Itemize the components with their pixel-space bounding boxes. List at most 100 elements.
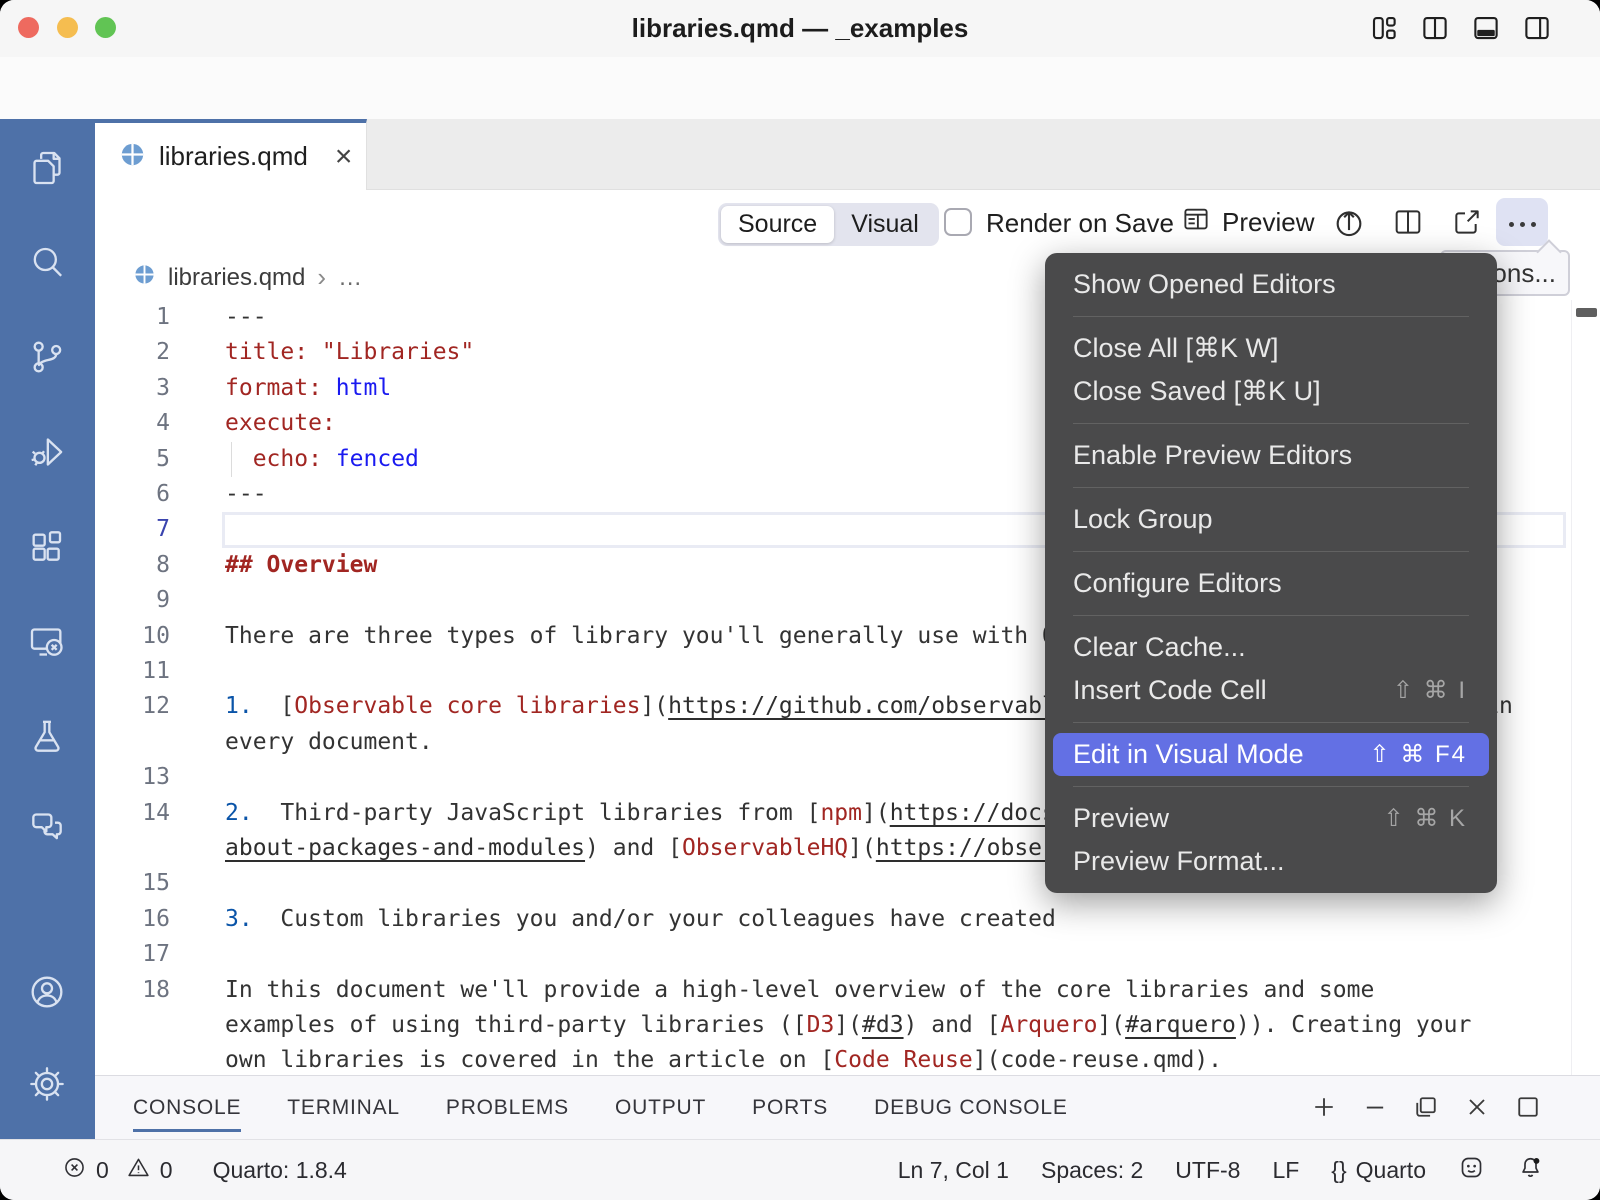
line-number[interactable]: 8 [108,548,170,583]
line-number[interactable]: 7 [108,512,170,547]
menu-separator [1073,487,1469,488]
menu-item-close-all-k-w[interactable]: Close All [⌘K W] [1045,327,1497,370]
code-line[interactable]: title: "Libraries" [225,335,474,370]
menu-item-configure-editors[interactable]: Configure Editors [1045,562,1497,605]
menu-item-show-opened-editors[interactable]: Show Opened Editors [1045,263,1497,306]
warning-count: 0 [160,1157,173,1184]
open-in-new-window-icon[interactable] [1451,206,1483,243]
account-icon[interactable] [27,972,67,1017]
code-line[interactable]: format: html [225,371,391,406]
source-mode-button[interactable]: Source [721,206,834,243]
menu-item-label: Edit in Visual Mode [1073,739,1304,770]
notifications-bell-icon[interactable] [1517,1154,1544,1187]
line-number[interactable]: 15 [108,866,170,901]
toggle-panel-icon[interactable] [1471,13,1501,43]
menu-item-label: Enable Preview Editors [1073,440,1352,471]
split-editor-icon[interactable] [1392,206,1424,243]
menu-item-preview[interactable]: Preview⇧ ⌘ K [1045,797,1497,840]
line-number[interactable]: 13 [108,760,170,795]
menu-item-shortcut: ⇧ ⌘ F4 [1370,740,1467,769]
line-number[interactable]: 17 [108,937,170,972]
panel-maximize-icon[interactable] [1514,1093,1542,1126]
code-line[interactable]: --- [225,477,267,512]
problems-status[interactable]: 0 0 [62,1155,173,1186]
more-actions-button[interactable] [1496,198,1548,246]
panel-close-icon[interactable] [1463,1093,1491,1126]
panel-tab-ports[interactable]: PORTS [752,1076,828,1139]
source-control-icon[interactable] [27,337,67,382]
encoding-status[interactable]: UTF-8 [1175,1157,1240,1184]
explorer-icon[interactable] [27,148,67,193]
code-line[interactable]: In this document we'll provide a high-le… [225,973,1374,1008]
feedback-icon[interactable] [1458,1154,1485,1187]
menu-item-edit-in-visual-mode[interactable]: Edit in Visual Mode ⇧ ⌘ F4 [1053,733,1489,776]
code-line[interactable]: examples of using third-party libraries … [225,1008,1471,1043]
line-number[interactable]: 16 [108,902,170,937]
preview-button[interactable]: Preview [1181,204,1314,241]
panel-tab-problems[interactable]: PROBLEMS [446,1076,569,1139]
scrollbar-thumb[interactable] [1576,308,1597,317]
render-on-save-checkbox[interactable] [944,208,972,236]
code-line[interactable]: every document. [225,725,433,760]
close-tab-icon[interactable]: × [335,142,353,172]
menu-separator [1073,786,1469,787]
breadcrumb-more[interactable]: … [338,264,362,292]
code-line[interactable]: There are three types of library you'll … [225,619,1097,654]
menu-item-enable-preview-editors[interactable]: Enable Preview Editors [1045,434,1497,477]
settings-gear-icon[interactable] [27,1064,67,1109]
line-number[interactable]: 2 [108,335,170,370]
split-editor-layout-icon[interactable] [1420,13,1450,43]
panel-tab-output[interactable]: OUTPUT [615,1076,706,1139]
menu-item-insert-code-cell[interactable]: Insert Code Cell⇧ ⌘ I [1045,669,1497,712]
panel-minimize-icon[interactable] [1361,1093,1389,1126]
line-number[interactable]: 6 [108,477,170,512]
eol-status[interactable]: LF [1272,1157,1299,1184]
extensions-icon[interactable] [27,527,67,572]
line-number[interactable]: 5 [108,442,170,477]
quarto-version-status[interactable]: Quarto: 1.8.4 [213,1157,347,1184]
panel-tab-debug-console[interactable]: DEBUG CONSOLE [874,1076,1068,1139]
run-debug-icon[interactable] [27,432,67,477]
customize-layout-icon[interactable] [1369,13,1399,43]
cursor-position-status[interactable]: Ln 7, Col 1 [898,1157,1009,1184]
line-number[interactable]: 9 [108,583,170,618]
line-number[interactable]: 1 [108,300,170,335]
comments-icon[interactable] [27,807,67,852]
code-line[interactable]: execute: [225,406,336,441]
breadcrumb-file[interactable]: libraries.qmd [168,264,305,292]
menu-item-clear-cache[interactable]: Clear Cache... [1045,626,1497,669]
menu-item-lock-group[interactable]: Lock Group [1045,498,1497,541]
line-number[interactable]: 3 [108,371,170,406]
menu-item-label: Lock Group [1073,504,1213,535]
publish-icon[interactable] [1332,206,1366,245]
sessions-icon[interactable] [27,622,67,667]
code-line[interactable]: echo: fenced [225,442,419,477]
source-visual-toggle: Source Visual [718,203,939,246]
panel-restore-icon[interactable] [1412,1093,1440,1126]
line-number[interactable]: 14 [108,796,170,831]
line-number[interactable]: 12 [108,689,170,724]
code-line[interactable]: own libraries is covered in the article … [225,1043,1222,1075]
visual-mode-button[interactable]: Visual [834,206,936,243]
code-line[interactable]: --- [225,300,267,335]
line-number[interactable]: 11 [108,654,170,689]
status-bar: 0 0 Quarto: 1.8.4 Ln 7, Col 1 Spaces: 2 … [0,1139,1600,1200]
code-line[interactable]: 3. Custom libraries you and/or your coll… [225,902,1056,937]
panel-tab-console[interactable]: CONSOLE [133,1076,241,1139]
line-number[interactable]: 10 [108,619,170,654]
search-icon[interactable] [27,242,67,287]
render-on-save-label[interactable]: Render on Save [986,208,1174,239]
menu-item-preview-format[interactable]: Preview Format... [1045,840,1497,883]
menu-item-close-saved-k-u[interactable]: Close Saved [⌘K U] [1045,370,1497,413]
toggle-secondary-sidebar-icon[interactable] [1522,13,1552,43]
language-mode-status[interactable]: {} Quarto [1331,1157,1426,1184]
panel-plus-icon[interactable] [1310,1093,1338,1126]
line-number[interactable]: 4 [108,406,170,441]
tab-libraries-qmd[interactable]: libraries.qmd × [95,119,367,190]
panel-tab-terminal[interactable]: TERMINAL [287,1076,400,1139]
code-line[interactable]: ## Overview [225,548,377,583]
indentation-status[interactable]: Spaces: 2 [1041,1157,1143,1184]
testing-icon[interactable] [27,716,67,761]
line-number[interactable]: 18 [108,973,170,1008]
scrollbar-gutter [1571,300,1572,1075]
